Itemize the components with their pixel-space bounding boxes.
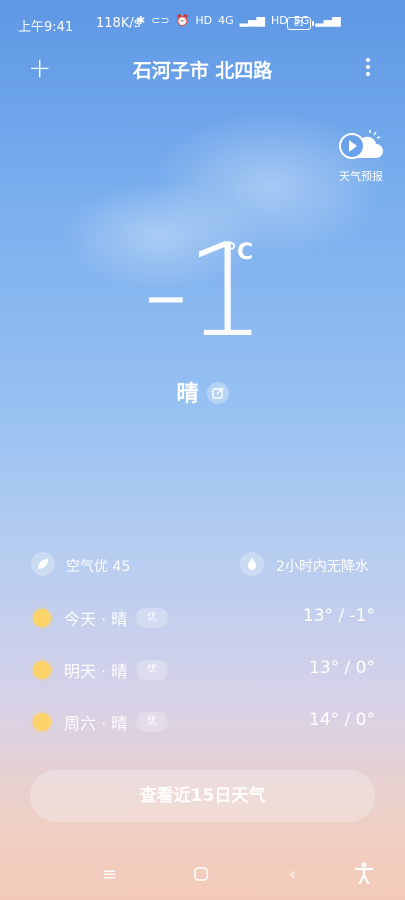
fifteen-day-forecast-button[interactable]: 查看近15日天气 <box>30 770 375 822</box>
forecast-day-row[interactable]: 今天 · 晴 优 13° / -1° <box>0 604 405 634</box>
info-row: 空气优 45 2小时内无降水 <box>0 552 405 578</box>
battery-level: 81 <box>293 19 305 28</box>
temperature-range: 13° / -1° <box>302 606 375 626</box>
day-name: 明天 · 晴 <box>64 662 128 681</box>
network-speed: 118K/s <box>96 16 141 31</box>
temperature-unit: °C <box>226 240 254 265</box>
sun-icon <box>33 661 51 679</box>
more-menu-button[interactable] <box>364 58 372 78</box>
bluetooth-icon: ✱ <box>136 14 146 27</box>
forecast-day-row[interactable]: 明天 · 晴 优 13° / 0° <box>0 656 405 686</box>
weather-forecast-label: 天气预报 <box>339 170 383 183</box>
status-time: 上午9:41 <box>18 20 74 35</box>
home-icon[interactable] <box>194 865 208 886</box>
location-title: 石河子市 北四路 <box>132 60 273 82</box>
sun-icon <box>33 713 51 731</box>
back-icon[interactable]: ‹ <box>289 864 296 885</box>
condition-text: 晴 <box>176 382 199 407</box>
aqi-badge: 优 <box>136 660 168 680</box>
aqi-badge: 优 <box>136 608 168 628</box>
signal-4g-label: 4G <box>218 14 234 27</box>
system-nav-bar: ≡ ‹ <box>0 860 405 892</box>
alarm-icon: ⏰ <box>175 14 190 27</box>
weather-forecast-button[interactable]: 天气预报 <box>334 128 388 184</box>
precipitation-text: 2小时内无降水 <box>276 559 369 575</box>
menu-icon[interactable]: ≡ <box>102 864 117 885</box>
day-name: 周六 · 晴 <box>64 714 128 733</box>
status-bar: 上午9:41 118K/s ✱ ⊂⊃ ⏰ HD 4G ▂▄▆ HD 5G ▂▄▆… <box>0 0 405 44</box>
accessibility-icon[interactable] <box>354 862 374 889</box>
play-cloud-icon <box>339 130 383 159</box>
day-name: 今天 · 晴 <box>64 610 128 629</box>
air-quality-text: 空气优 45 <box>66 559 131 575</box>
battery-icon: 81 <box>287 17 314 30</box>
leaf-icon <box>31 552 55 576</box>
signal-bars-icon: ▂▄▆ <box>315 14 341 27</box>
forecast-day-row[interactable]: 周六 · 晴 优 14° / 0° <box>0 708 405 738</box>
aqi-badge: 优 <box>136 712 168 732</box>
temperature-range: 14° / 0° <box>309 710 375 730</box>
sun-icon <box>33 609 51 627</box>
water-drop-icon <box>240 552 264 576</box>
hd-icon: HD <box>195 14 213 27</box>
signal-bars-icon: ▂▄▆ <box>239 14 266 27</box>
hd-icon: HD <box>271 14 288 27</box>
edit-icon[interactable] <box>206 382 229 404</box>
link-icon: ⊂⊃ <box>151 14 170 27</box>
current-condition: 晴 <box>0 376 405 408</box>
temperature-range: 13° / 0° <box>309 658 375 678</box>
current-temperature: -1 °C <box>0 222 405 362</box>
